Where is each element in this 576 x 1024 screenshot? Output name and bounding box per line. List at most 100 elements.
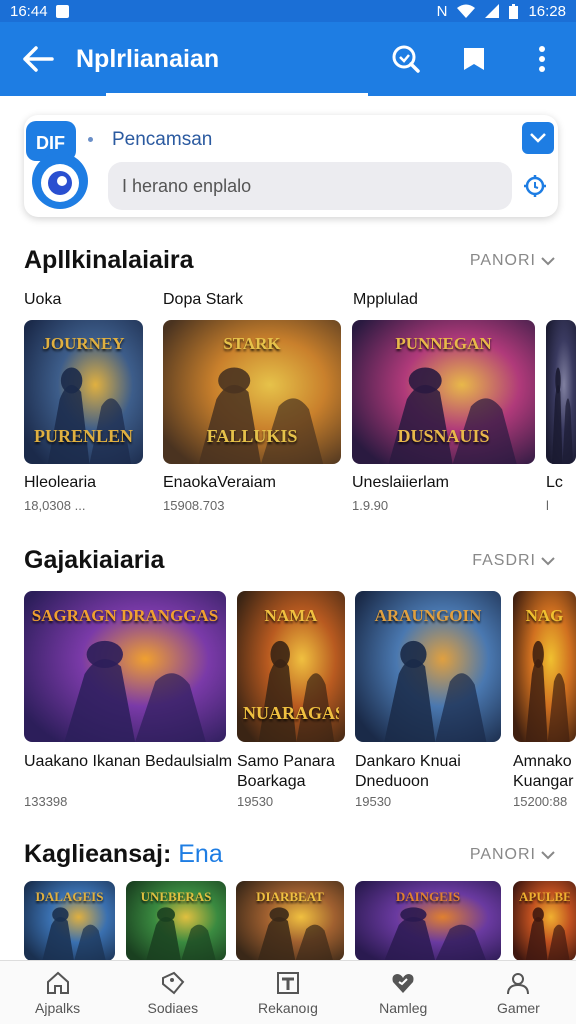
checkbox[interactable] xyxy=(522,122,554,154)
game-caption: Lc xyxy=(546,474,563,491)
nav-label: Ajpalks xyxy=(35,999,81,1016)
section-title: Gajakiaiaria xyxy=(24,546,165,574)
nfc-icon: N xyxy=(436,2,448,20)
game-art-subtitle: NUARAGAS xyxy=(243,702,339,723)
status-bar: 16:44 N 16:28 xyxy=(0,0,576,22)
nav-item-grid[interactable]: Rekanoıg xyxy=(230,961,345,1024)
row-label: Dopa Stark xyxy=(163,291,244,308)
battery-icon xyxy=(509,3,519,19)
game-tile[interactable]: SAGRAGN DRANGGAS xyxy=(24,591,226,742)
nav-label: Sodiaes xyxy=(147,999,199,1016)
gear-icon[interactable] xyxy=(524,175,546,197)
notification-icon xyxy=(55,4,69,18)
home-icon xyxy=(46,971,69,994)
back-arrow-icon xyxy=(23,46,54,72)
game-tile[interactable]: ARAUNGOIN xyxy=(355,591,501,742)
back-button[interactable] xyxy=(0,22,76,96)
game-tile[interactable]: STARK FALLUKIS xyxy=(163,320,341,464)
game-tile[interactable]: JOURNEY PURENLEN xyxy=(24,320,143,464)
game-art-title: DIARBEAT xyxy=(256,889,324,904)
game-caption: Hleolearia xyxy=(24,474,97,491)
game-meta: 133398 xyxy=(24,794,68,809)
game-tile[interactable]: NAMA NUARAGAS xyxy=(237,591,345,742)
nav-label: Rekanoıg xyxy=(258,999,318,1016)
game-art-subtitle: PURENLEN xyxy=(33,425,133,446)
game-art-title: DAINGEIS xyxy=(395,889,461,904)
status-time: 16:44 xyxy=(10,2,48,20)
bottom-nav: Ajpalks Sodiaes Rekanoıg Namleg Gamer xyxy=(0,960,576,1024)
person-icon xyxy=(507,972,530,994)
game-art-title: APULBEN xyxy=(519,889,570,904)
game-art-title: UNEBERAS xyxy=(140,889,212,904)
game-tile[interactable]: NAG xyxy=(513,591,576,742)
game-tile[interactable]: DIARBEAT xyxy=(236,881,344,961)
section-title: Apllkinalaiaira xyxy=(24,246,194,274)
section-title: Kaglieansaj: Ena xyxy=(24,840,223,869)
game-tile[interactable]: DAINGEIS xyxy=(355,881,501,961)
game-tile[interactable]: PUNNEGAN DUSNAUIS xyxy=(352,320,535,464)
tag-icon xyxy=(161,971,185,994)
nav-item-profile[interactable]: Gamer xyxy=(461,961,576,1024)
game-tile[interactable] xyxy=(546,320,576,464)
more-label: PANORI xyxy=(469,252,536,269)
game-art-title: SAGRAGN DRANGGAS xyxy=(31,606,219,626)
game-tile[interactable]: APULBEN xyxy=(513,881,576,961)
tab-indicator xyxy=(106,93,368,96)
heart-icon xyxy=(392,973,414,993)
nav-item-tag[interactable]: Sodiaes xyxy=(115,961,230,1024)
section-title-accent: Ena xyxy=(178,840,223,868)
game-caption: Uaakano Ikanan Bedaulsialm xyxy=(24,753,233,770)
more-menu-button[interactable] xyxy=(508,22,576,96)
game-caption: Uneslaiierlam xyxy=(352,474,449,491)
more-link[interactable]: PANORI xyxy=(470,846,556,864)
game-art-title: STARK xyxy=(223,334,281,354)
game-art-subtitle: DUSNAUIS xyxy=(397,425,490,446)
game-meta: 15908.703 xyxy=(163,498,225,513)
nav-label: Namleg xyxy=(379,999,428,1016)
more-vertical-icon xyxy=(539,46,545,72)
grid-icon xyxy=(277,971,299,994)
game-meta: l xyxy=(546,498,549,513)
more-label: FASDRI xyxy=(472,552,536,569)
search-icon xyxy=(392,45,420,73)
row-label: Uoka xyxy=(24,291,62,308)
game-caption: Dankaro Knuai Dneduoon xyxy=(355,753,461,790)
chevron-down-icon xyxy=(541,257,555,266)
game-meta: 1.9.90 xyxy=(352,498,389,513)
dot-decoration xyxy=(88,137,93,142)
game-art-title: PUNNEGAN xyxy=(395,334,492,354)
wifi-icon xyxy=(457,4,476,18)
section-title-text: Kaglieansaj: xyxy=(24,840,172,868)
game-tile[interactable]: DALAGEIS xyxy=(24,881,115,961)
chevron-down-icon xyxy=(541,557,555,566)
game-art-title: NAMA xyxy=(264,606,318,626)
row-label: Mpplulad xyxy=(353,291,418,308)
more-link[interactable]: FASDRI xyxy=(472,552,556,570)
game-caption: Amnako Kuangar xyxy=(513,753,574,790)
game-meta: 19530 xyxy=(237,794,274,809)
bookmark-button[interactable] xyxy=(440,22,508,96)
game-cover-art xyxy=(546,320,576,464)
chevron-down-icon xyxy=(530,133,546,143)
nav-item-home[interactable]: Ajpalks xyxy=(0,961,115,1024)
search-input[interactable] xyxy=(108,162,512,210)
more-label: PANORI xyxy=(469,846,536,863)
status-time-right: 16:28 xyxy=(528,2,566,20)
game-art-title: ARAUNGOIN xyxy=(374,606,482,626)
more-link[interactable]: PANORI xyxy=(470,252,556,270)
game-caption: Samo Panara Boarkaga xyxy=(237,753,335,790)
game-art-subtitle: FALLUKIS xyxy=(206,425,298,446)
game-meta: 19530 xyxy=(355,794,392,809)
game-meta: 15200:88 xyxy=(513,794,568,809)
signal-icon xyxy=(485,4,500,18)
logo-text: DIF xyxy=(36,133,65,153)
search-card: DIF Pencamsan xyxy=(24,115,558,217)
search-label: Pencamsan xyxy=(112,129,213,150)
page-title: Nplrlianaian xyxy=(76,44,220,73)
nav-item-heart[interactable]: Namleg xyxy=(346,961,461,1024)
game-art-title: DALAGEIS xyxy=(35,889,104,904)
game-tile[interactable]: UNEBERAS xyxy=(126,881,226,961)
bookmark-icon xyxy=(464,48,484,70)
game-caption: EnaokaVeraiam xyxy=(163,474,276,491)
search-button[interactable] xyxy=(372,22,440,96)
